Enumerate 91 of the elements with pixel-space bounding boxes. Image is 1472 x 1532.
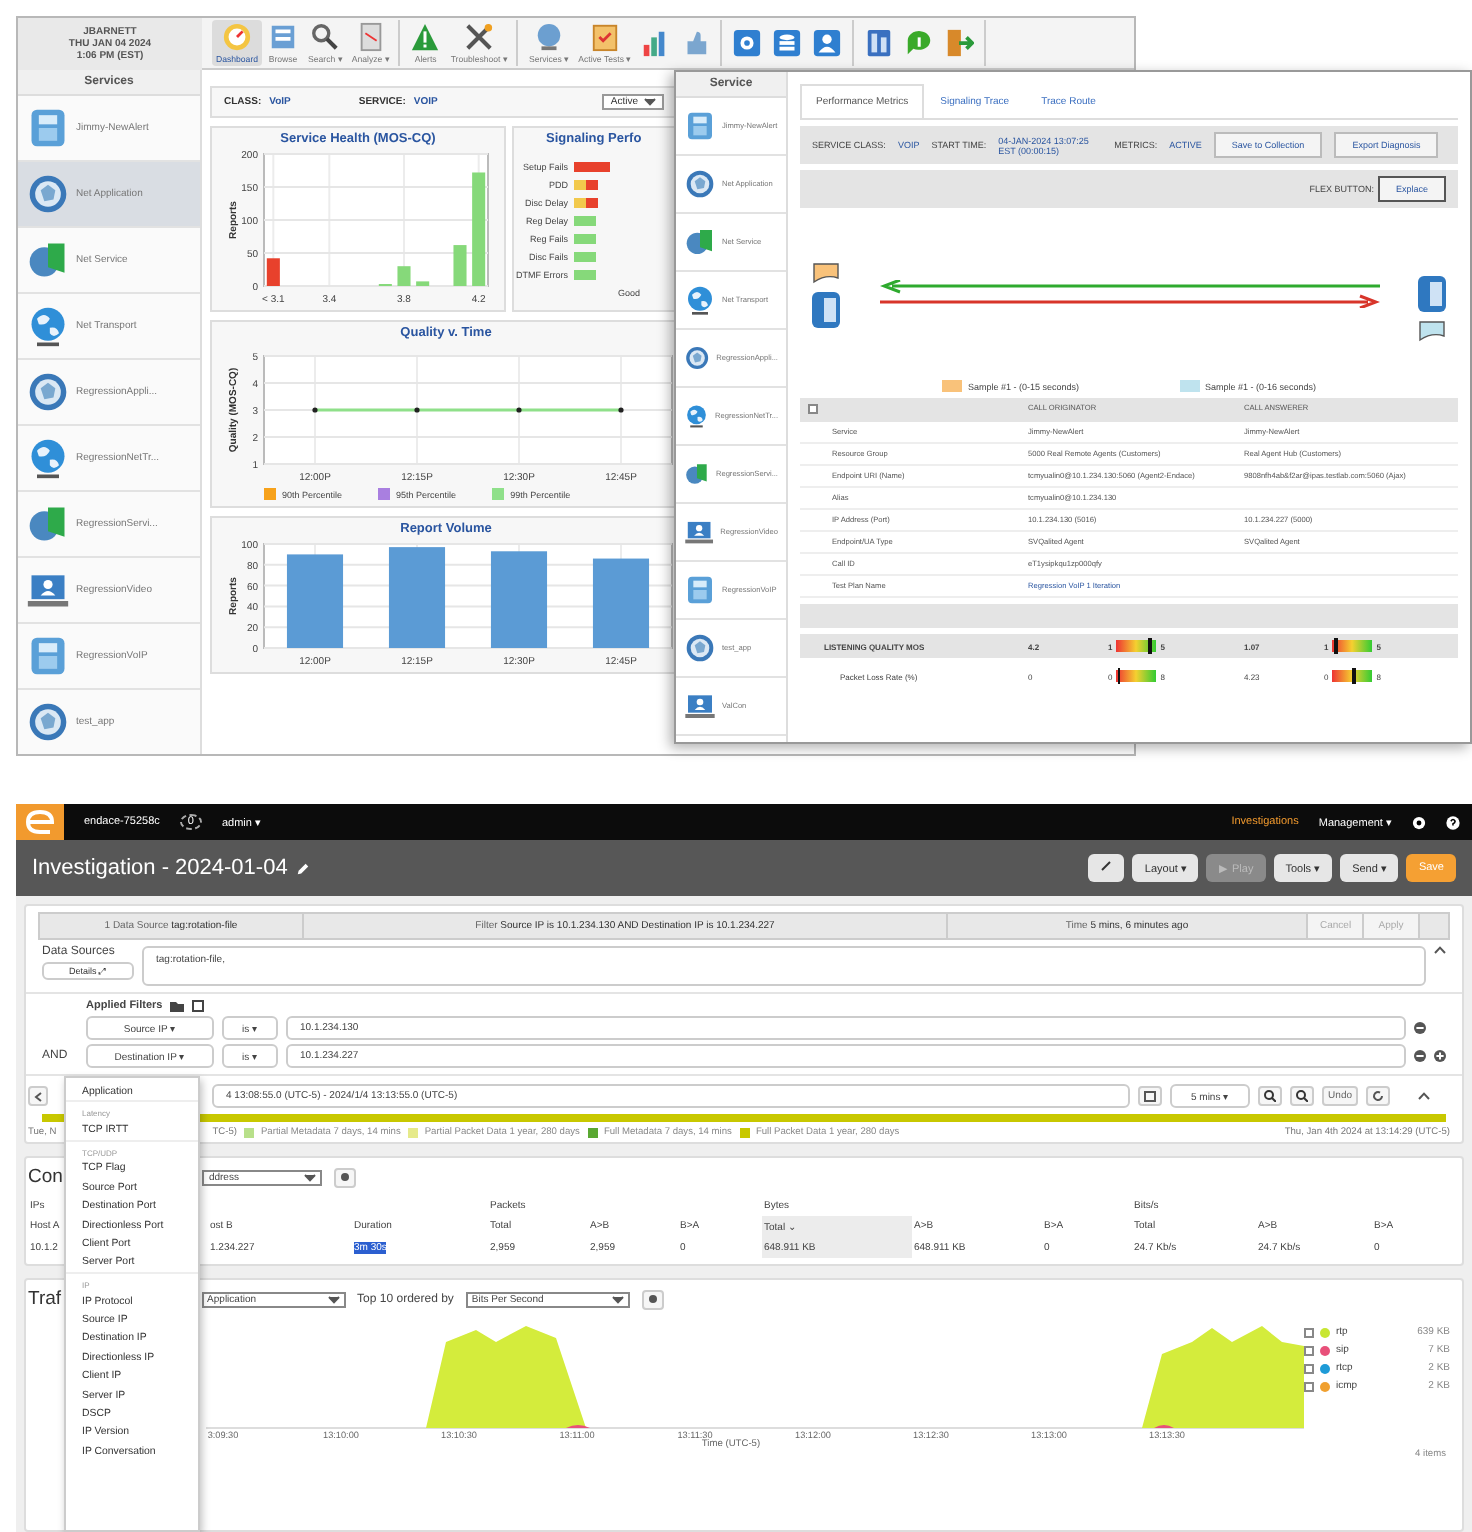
zoom-in-button[interactable] xyxy=(1258,1086,1283,1106)
bar xyxy=(472,172,486,286)
bar xyxy=(416,281,430,286)
caret-icon[interactable] xyxy=(644,98,656,106)
logo-icon xyxy=(16,804,64,840)
bar xyxy=(388,547,446,648)
status-bar xyxy=(574,252,596,262)
network-icon xyxy=(26,502,70,546)
phone-icon xyxy=(26,106,70,150)
globe-icon xyxy=(684,632,716,664)
globe-icon xyxy=(684,284,716,316)
refresh-button[interactable] xyxy=(1366,1086,1390,1106)
caret-icon[interactable] xyxy=(611,1295,624,1303)
bar xyxy=(397,266,411,286)
calendar-icon xyxy=(1144,1090,1157,1102)
checkbox[interactable] xyxy=(1304,1327,1314,1337)
status-bar xyxy=(574,180,598,190)
checkbox[interactable] xyxy=(1304,1345,1314,1355)
bar xyxy=(592,558,650,648)
phone-icon xyxy=(684,110,716,142)
video-call-icon xyxy=(684,690,716,722)
globe-icon xyxy=(26,370,70,414)
bar xyxy=(286,554,344,648)
network-icon xyxy=(26,238,70,282)
search-icon xyxy=(309,22,340,52)
status-bar xyxy=(574,270,596,280)
calendar-button[interactable] xyxy=(1138,1086,1163,1106)
globe-icon xyxy=(684,342,711,374)
save-icon[interactable] xyxy=(192,1000,205,1012)
settings-icon xyxy=(732,28,763,58)
investigation-title: Investigation - 2024-01-04 xyxy=(32,856,288,880)
globe-icon xyxy=(26,436,70,480)
settings-button[interactable] xyxy=(334,1167,357,1187)
status-bar xyxy=(574,216,596,226)
remove-icon[interactable] xyxy=(1414,1050,1426,1062)
add-icon[interactable] xyxy=(1434,1050,1446,1062)
bar xyxy=(490,551,548,648)
clipboard-icon xyxy=(589,22,620,52)
panel-title: Con xyxy=(28,1166,63,1188)
pencil-icon[interactable] xyxy=(295,861,310,875)
settings-icon[interactable] xyxy=(1412,815,1426,829)
zoom-icon xyxy=(1296,1090,1309,1102)
panel-title: Traf xyxy=(28,1288,62,1310)
status-bar xyxy=(574,162,610,172)
checkbox[interactable] xyxy=(1304,1363,1314,1373)
status-bar xyxy=(574,234,596,244)
folder-icon[interactable] xyxy=(170,1000,185,1012)
network-icon xyxy=(684,226,716,258)
collapse-icon[interactable] xyxy=(1434,946,1446,954)
zoom-out-button[interactable] xyxy=(1290,1086,1315,1106)
bar xyxy=(453,245,467,286)
exit-door-icon xyxy=(944,28,975,58)
caret-icon[interactable] xyxy=(327,1295,340,1303)
settings-button[interactable] xyxy=(641,1289,664,1309)
settings-icon xyxy=(647,1294,658,1304)
note-icon xyxy=(1418,319,1446,341)
refresh-icon xyxy=(1372,1090,1384,1102)
help-icon[interactable] xyxy=(1446,815,1460,829)
desk-phone-icon xyxy=(812,291,840,327)
data-point xyxy=(414,407,420,413)
chevron-left-icon xyxy=(34,1091,42,1101)
data-point xyxy=(516,407,522,413)
network-icon xyxy=(684,458,710,490)
checkbox[interactable] xyxy=(1304,1381,1314,1391)
phone-icon xyxy=(684,574,716,606)
settings-icon xyxy=(340,1172,351,1182)
desk-phone-icon xyxy=(1418,275,1446,311)
globe-icon xyxy=(684,400,709,432)
collapse-icon[interactable] xyxy=(1418,1092,1430,1100)
database-icon xyxy=(772,28,803,58)
remove-icon[interactable] xyxy=(1414,1022,1426,1034)
zoom-icon xyxy=(1264,1090,1277,1102)
info-icon xyxy=(904,28,935,58)
globe-icon xyxy=(684,168,716,200)
user-icon xyxy=(812,28,843,58)
gauge-icon xyxy=(222,22,253,52)
globe-icon xyxy=(26,172,70,216)
note-icon xyxy=(812,261,840,283)
globe-icon xyxy=(26,700,70,744)
previous-button[interactable] xyxy=(28,1086,48,1106)
link-button[interactable] xyxy=(1088,854,1125,882)
data-point xyxy=(312,407,318,413)
caret-icon[interactable] xyxy=(304,1173,317,1181)
tools-icon xyxy=(463,22,494,52)
phone-icon xyxy=(26,634,70,678)
video-call-icon xyxy=(684,516,715,548)
status-bar xyxy=(574,198,598,208)
collapse-icon[interactable] xyxy=(808,404,818,414)
globe-icon xyxy=(26,304,70,348)
globe-icon xyxy=(533,22,564,52)
data-point xyxy=(618,407,624,413)
